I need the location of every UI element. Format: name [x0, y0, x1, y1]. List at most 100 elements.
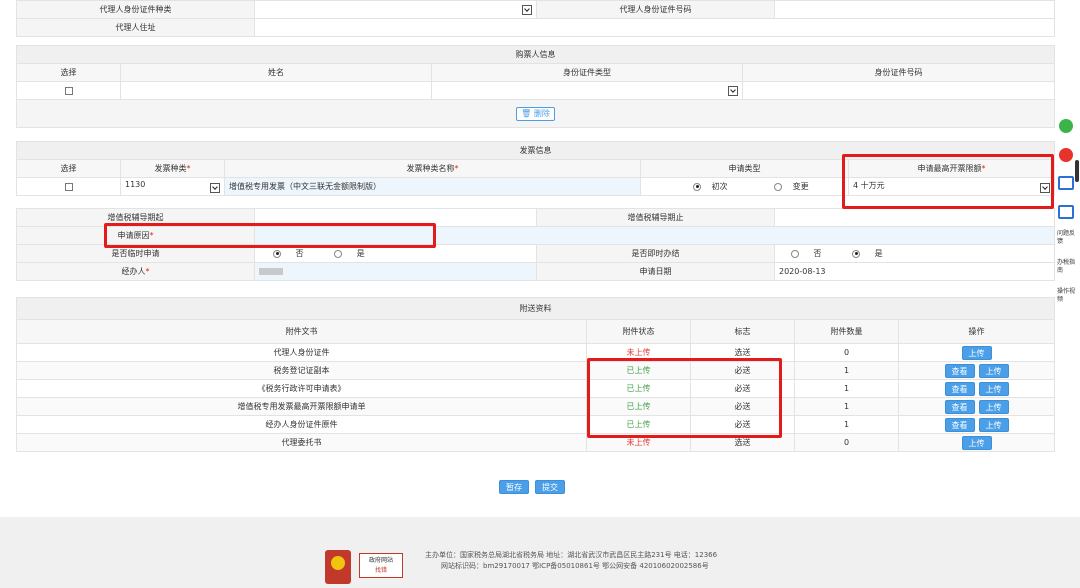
footer-line-1: 主办单位：国家税务总局湖北省税务局 地址：湖北省武汉市武昌区民主路231号 电话… [425, 551, 718, 559]
upload-button[interactable]: 上传 [978, 363, 1009, 378]
weibo-icon[interactable] [1059, 148, 1073, 162]
footer-line-2: 网站标识码：bm29170017 鄂ICP备05010861号 鄂公网安备 42… [441, 562, 709, 570]
attachment-name: 代理委托书 [16, 433, 587, 452]
buyer-header-id-no: 身份证件号码 [742, 63, 1055, 82]
temp-no-label: 否 [295, 249, 304, 258]
attachment-row: 增值税专用发票最高开票限额申请单 已上传 必送 1 查看 上传 [16, 397, 1056, 416]
invoice-type-value: 1130 [125, 180, 146, 189]
attachment-row: 代理人身份证件 未上传 选送 0 上传 [16, 343, 1056, 362]
instant-options: 否 是 [774, 244, 1055, 263]
buyer-actions: 🗑 删除 [16, 99, 1055, 128]
instant-label: 是否即时办结 [536, 244, 775, 263]
delete-label: 删除 [533, 108, 550, 118]
invoice-header-select: 选择 [16, 159, 121, 178]
attachment-row: 《税务行政许可申请表》 已上传 必送 1 查看 上传 [16, 379, 1056, 398]
attachment-count: 1 [794, 415, 899, 434]
handler-input[interactable] [254, 262, 537, 281]
agent-id-no-label: 代理人身份证件号码 [536, 0, 775, 19]
attachment-count: 1 [794, 379, 899, 398]
instant-yes-label: 是 [874, 249, 883, 258]
att-header-flag: 标志 [690, 319, 795, 344]
scrollbar-thumb[interactable] [1075, 160, 1079, 182]
date-value: 2020-08-13 [774, 262, 1055, 281]
agent-address-label: 代理人住址 [16, 18, 255, 37]
apply-change-label: 变更 [792, 182, 809, 191]
emblem-icon [331, 556, 345, 570]
attachments-section-title: 附送资料 [15, 297, 1056, 320]
attachment-row: 税务登记证副本 已上传 必送 1 查看 上传 [16, 361, 1056, 380]
highlight-uploaded-docs [587, 358, 782, 438]
invoice-type-select[interactable]: 1130 [120, 177, 225, 196]
attachment-name: 代理人身份证件 [16, 343, 587, 362]
chevron-down-icon[interactable] [210, 183, 220, 193]
agent-id-type-select[interactable] [254, 0, 537, 19]
date-label: 申请日期 [536, 262, 775, 281]
buyer-section-title: 购票人信息 [16, 45, 1055, 64]
agent-id-no-input[interactable] [774, 0, 1055, 19]
attachment-count: 1 [794, 361, 899, 380]
view-button[interactable]: 查看 [944, 399, 975, 414]
attachment-row: 代理委托书 未上传 选送 0 上传 [16, 433, 1056, 452]
agent-address-input[interactable] [254, 18, 1055, 37]
submit-button[interactable]: 提交 [535, 480, 565, 494]
att-header-doc: 附件文书 [16, 319, 587, 344]
buyer-id-no-input[interactable] [742, 81, 1055, 100]
instant-yes-radio[interactable] [852, 249, 861, 258]
view-button[interactable]: 查看 [944, 363, 975, 378]
invoice-row-select [16, 177, 121, 196]
apply-change-radio[interactable] [774, 182, 783, 191]
invoice-header-name: 发票种类名称* [224, 159, 641, 178]
print-icon[interactable] [1058, 205, 1074, 219]
buyer-checkbox[interactable] [64, 86, 73, 95]
buyer-name-input[interactable] [120, 81, 432, 100]
view-button[interactable]: 查看 [944, 381, 975, 396]
chevron-down-icon[interactable] [522, 4, 532, 15]
delete-button[interactable]: 🗑 删除 [516, 106, 555, 121]
attachment-count: 0 [794, 343, 899, 362]
handler-value-blurred [259, 268, 283, 275]
wechat-icon[interactable] [1059, 119, 1073, 133]
buyer-info-table: 购票人信息 选择 姓名 身份证件类型 身份证件号码 🗑 删除 [16, 45, 1055, 128]
buyer-header-id-type: 身份证件类型 [431, 63, 743, 82]
upload-button[interactable]: 上传 [978, 399, 1009, 414]
invoice-checkbox[interactable] [64, 182, 73, 191]
attachment-ops: 查看 上传 [897, 361, 1056, 380]
attachment-name: 税务登记证副本 [16, 361, 587, 380]
sidebar-item-guide[interactable]: 办税指南 [1057, 259, 1075, 275]
attachment-count: 1 [794, 397, 899, 416]
chevron-down-icon[interactable] [728, 85, 738, 96]
tax-emblem-logo [325, 550, 351, 584]
save-draft-button[interactable]: 暂存 [499, 480, 529, 494]
instant-no-radio[interactable] [791, 249, 799, 258]
agent-id-type-label: 代理人身份证件种类 [16, 0, 255, 19]
attachment-ops: 查看 上传 [897, 379, 1056, 398]
upload-button[interactable]: 上传 [978, 417, 1009, 432]
invoice-apply-type: 初次 变更 [640, 177, 849, 196]
buyer-header-select: 选择 [16, 63, 121, 82]
gov-badge-bottom: 找错 [374, 567, 387, 574]
temp-yes-radio[interactable] [334, 249, 343, 258]
apply-first-label: 初次 [711, 182, 728, 191]
page-footer: 政府网站 找错 主办单位：国家税务总局湖北省税务局 地址：湖北省武汉市武昌区民主… [0, 517, 1080, 588]
gov-site-error-badge[interactable]: 政府网站 找错 [359, 553, 403, 578]
temp-no-radio[interactable] [273, 249, 281, 258]
handler-label: 经办人* [16, 262, 255, 281]
agent-info-table: 代理人身份证件种类 代理人身份证件号码 代理人住址 [16, 0, 1055, 37]
sidebar-item-video[interactable]: 操作视频 [1057, 288, 1075, 304]
print-icon[interactable] [1058, 176, 1074, 190]
attachment-name: 增值税专用发票最高开票限额申请单 [16, 397, 587, 416]
highlight-max-limit [842, 154, 1054, 209]
upload-button[interactable]: 上传 [961, 345, 992, 360]
upload-button[interactable]: 上传 [961, 435, 992, 450]
view-button[interactable]: 查看 [944, 417, 975, 432]
attachment-name: 经办人身份证件原件 [16, 415, 587, 434]
att-header-status: 附件状态 [586, 319, 691, 344]
attachment-ops: 查看 上传 [897, 397, 1056, 416]
attachment-ops: 查看 上传 [897, 415, 1056, 434]
buyer-id-type-select[interactable] [431, 81, 743, 100]
att-header-count: 附件数量 [794, 319, 899, 344]
apply-first-radio[interactable] [693, 182, 701, 191]
guidance-end-input[interactable] [774, 208, 1055, 227]
upload-button[interactable]: 上传 [978, 381, 1009, 396]
sidebar-item-feedback[interactable]: 问题反馈 [1057, 230, 1075, 246]
